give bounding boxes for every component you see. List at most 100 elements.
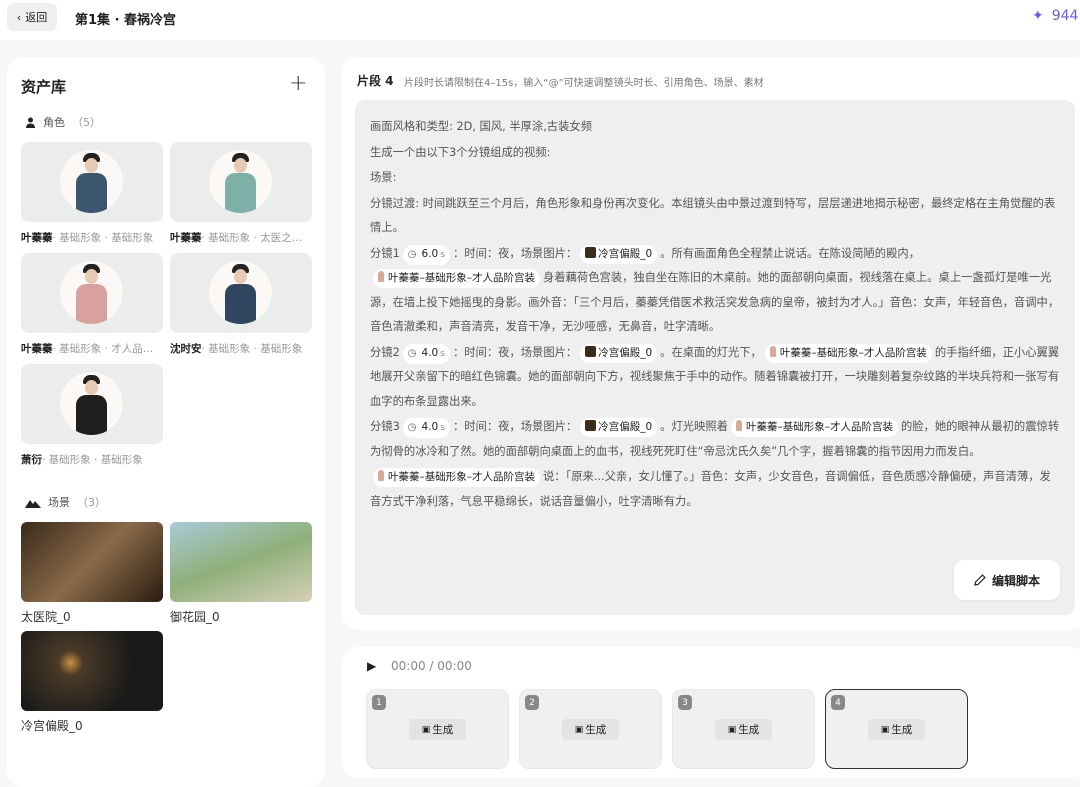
playback-time: 00:00 / 00:00 bbox=[391, 659, 472, 673]
script-text: 分镜1 bbox=[370, 246, 400, 260]
film-icon: ▣ bbox=[727, 724, 737, 735]
duration-chip[interactable]: ◷ 4.0 s bbox=[402, 418, 450, 438]
clock-icon: ◷ bbox=[407, 422, 417, 433]
scene-reference-chip[interactable]: 冷宫偏殿_0 bbox=[580, 343, 658, 363]
character-reference-chip[interactable]: 叶蓁蓁–基础形象–才人品阶宫装 bbox=[764, 343, 932, 363]
scene-thumbnail[interactable] bbox=[170, 522, 312, 602]
character-reference-chip[interactable]: 叶蓁蓁–基础形象–才人品阶宫装 bbox=[730, 418, 898, 437]
shot-thumbnail[interactable]: 1 ▣ 生成 bbox=[366, 689, 509, 769]
scene-label: 太医院_0 bbox=[21, 610, 71, 624]
character-name: 叶蓁蓁 bbox=[21, 232, 53, 244]
character-desc: · 基础形象 · 基础形象 bbox=[201, 343, 303, 355]
character-name: 萧衍 bbox=[21, 454, 42, 466]
script-paragraph: 画面风格和类型: 2D, 国风, 半厚涂,古装女频 bbox=[370, 115, 1060, 140]
scene-reference-name: 冷宫偏殿_0 bbox=[598, 421, 653, 433]
character-figure-icon bbox=[378, 271, 384, 282]
shot-number: 1 bbox=[372, 695, 386, 710]
character-card[interactable] bbox=[21, 253, 163, 333]
avatar-body bbox=[76, 173, 107, 213]
duration-value: 4.0 bbox=[421, 346, 439, 359]
script-text: 分镜过渡: 时间跳跃至三个月后，角色形象和身份再次变化。本组镜头由中景过渡到特写… bbox=[370, 196, 1056, 235]
duration-chip[interactable]: ◷ 4.0 s bbox=[402, 343, 450, 364]
segment-hint: 片段时长请限制在4–15s，输入“@”可快速调整镜头时长、引用角色、场景、素材 bbox=[404, 78, 764, 89]
clock-icon: ◷ bbox=[407, 248, 417, 260]
character-reference-name: 叶蓁蓁–基础形象–才人品阶宫装 bbox=[388, 272, 535, 284]
generate-label: 生成 bbox=[891, 724, 913, 736]
character-reference-name: 叶蓁蓁–基础形象–才人品阶宫装 bbox=[745, 421, 893, 433]
avatar-head bbox=[234, 158, 247, 173]
scene-thumbnail-icon bbox=[585, 420, 597, 431]
scene-thumbnail[interactable] bbox=[21, 522, 163, 602]
asset-library-panel: 资产库 + 角色 （5） 叶蓁蓁 · 基础形象 · 基础形象 叶蓁蓁· 基础形象 · … bbox=[7, 57, 325, 787]
shot-number: 2 bbox=[525, 695, 539, 710]
generate-button[interactable]: ▣ 生成 bbox=[868, 719, 925, 740]
script-paragraph: 生成一个由以下3个分镜组成的视频: bbox=[370, 141, 1060, 166]
character-reference-name: 叶蓁蓁–基础形象–才人品阶宫装 bbox=[779, 346, 927, 359]
avatar-head bbox=[85, 380, 98, 395]
library-title: 资产库 bbox=[21, 78, 67, 96]
segment-title: 片段 4 bbox=[357, 74, 394, 88]
character-avatar bbox=[60, 261, 123, 324]
episode-title: 第1集 · 春祸冷宫 bbox=[75, 13, 177, 28]
characters-count: （5） bbox=[72, 116, 101, 129]
credits-value: 944 bbox=[1051, 8, 1079, 24]
clock-icon: ◷ bbox=[407, 347, 417, 359]
generate-button[interactable]: ▣ 生成 bbox=[409, 719, 466, 740]
script-text: 。在桌面的灯光下， bbox=[660, 345, 762, 359]
character-card[interactable] bbox=[170, 253, 312, 333]
character-figure-icon bbox=[769, 345, 776, 357]
chevron-left-icon: ‹ bbox=[16, 10, 22, 24]
avatar-body bbox=[225, 284, 256, 324]
generate-button[interactable]: ▣ 生成 bbox=[715, 719, 772, 740]
top-bar: ‹ 返回 第1集 · 春祸冷宫 ✦ 944 bbox=[0, 0, 1080, 40]
character-desc: · 基础形象 · 基础形象 bbox=[42, 454, 143, 466]
player-panel: ▶ 00:00 / 00:00 1 ▣ 生成 2 ▣ 生成 3 ▣ 生成 4 ▣ 生成 bbox=[342, 647, 1080, 778]
scene-thumbnail[interactable] bbox=[21, 631, 163, 711]
generate-button[interactable]: ▣ 生成 bbox=[562, 719, 619, 740]
duration-chip[interactable]: ◷ 6.0 s bbox=[402, 244, 450, 265]
character-label: 叶蓁蓁· 基础形象 · 才人品… bbox=[21, 341, 163, 356]
add-asset-button[interactable]: + bbox=[289, 71, 307, 96]
scene-reference-chip[interactable]: 冷宫偏殿_0 bbox=[580, 418, 658, 437]
shot-thumbnail[interactable]: 3 ▣ 生成 bbox=[672, 689, 815, 769]
script-editor[interactable]: 画面风格和类型: 2D, 国风, 半厚涂,古装女频 生成一个由以下3个分镜组成的视… bbox=[355, 100, 1075, 615]
character-card[interactable] bbox=[170, 142, 312, 222]
shot-number: 3 bbox=[678, 695, 692, 710]
pencil-icon bbox=[974, 574, 986, 586]
avatar-body bbox=[76, 395, 107, 435]
play-icon[interactable]: ▶ bbox=[367, 659, 376, 673]
film-icon: ▣ bbox=[421, 724, 431, 735]
credits[interactable]: ✦ 944 bbox=[1032, 8, 1078, 24]
back-button[interactable]: ‹ 返回 bbox=[7, 3, 57, 31]
generate-label: 生成 bbox=[432, 724, 454, 736]
edit-script-label: 编辑脚本 bbox=[991, 573, 1040, 588]
shot-thumbnail[interactable]: 4 ▣ 生成 bbox=[825, 689, 968, 769]
characters-section-header: 角色 （5） bbox=[25, 114, 101, 130]
character-reference-chip[interactable]: 叶蓁蓁–基础形象–才人品阶宫装 bbox=[373, 269, 540, 288]
character-card[interactable] bbox=[21, 364, 163, 444]
script-text: 生成一个由以下3个分镜组成的视频: bbox=[370, 145, 551, 159]
character-name: 沈时安 bbox=[170, 343, 202, 355]
script-text: 。灯光映照着 bbox=[660, 420, 728, 433]
scene-label: 御花园_0 bbox=[170, 610, 220, 624]
scene-reference-name: 冷宫偏殿_0 bbox=[598, 247, 653, 260]
script-text: 。所有画面角色全程禁止说话。在陈设简陋的殿内， bbox=[660, 246, 920, 260]
character-avatar bbox=[60, 372, 123, 435]
scene-thumbnail-icon bbox=[585, 246, 597, 258]
script-paragraph: 场景: bbox=[370, 166, 1060, 191]
characters-label: 角色 bbox=[43, 116, 65, 129]
script-text: ：时间：夜，场景图片： bbox=[452, 420, 578, 433]
duration-unit: s bbox=[440, 348, 445, 359]
script-text: ：时间：夜，场景图片： bbox=[452, 345, 578, 359]
duration-unit: s bbox=[440, 249, 445, 260]
script-text: 画面风格和类型: 2D, 国风, 半厚涂,古装女频 bbox=[370, 120, 592, 133]
script-paragraph: 分镜1 ◷ 6.0 s ：时间：夜，场景图片： 冷宫偏殿_0 。所有画面角色全程禁止说话。在… bbox=[370, 242, 1060, 340]
character-avatar bbox=[209, 150, 272, 213]
shot-thumbnail[interactable]: 2 ▣ 生成 bbox=[519, 689, 662, 769]
character-reference-chip[interactable]: 叶蓁蓁–基础形象–才人品阶宫装 bbox=[373, 468, 540, 487]
edit-script-button[interactable]: 编辑脚本 bbox=[954, 560, 1060, 600]
script-text: 场景: bbox=[370, 171, 397, 184]
scene-reference-chip[interactable]: 冷宫偏殿_0 bbox=[580, 244, 658, 264]
character-card[interactable] bbox=[21, 142, 163, 222]
character-label: 叶蓁蓁· 基础形象 · 太医之… bbox=[170, 230, 312, 245]
